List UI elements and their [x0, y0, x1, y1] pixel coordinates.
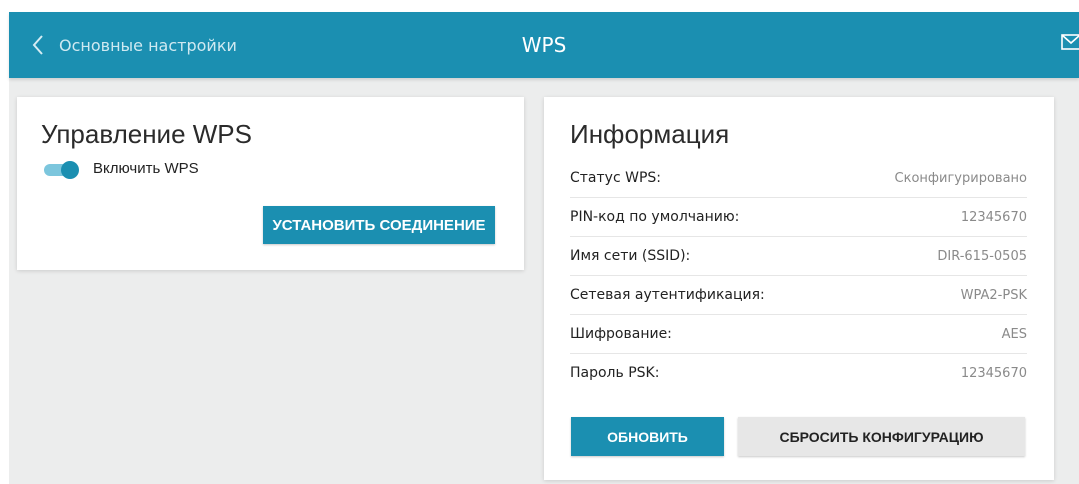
info-label: Пароль PSK: [570, 365, 660, 381]
left-edge [0, 0, 9, 484]
info-row-encryption: Шифрование: AES [570, 315, 1027, 354]
info-label: Имя сети (SSID): [570, 248, 691, 264]
info-value: 12345670 [960, 209, 1027, 225]
info-row-default-pin: PIN-код по умолчанию: 12345670 [570, 198, 1027, 237]
enable-wps-toggle[interactable] [42, 161, 80, 179]
info-title: Информация [570, 119, 730, 149]
establish-connection-button[interactable]: УСТАНОВИТЬ СОЕДИНЕНИЕ [263, 206, 495, 244]
wps-control-title: Управление WPS [41, 119, 252, 149]
info-label: Статус WPS: [570, 170, 661, 186]
info-card: Информация Статус WPS: Сконфигурировано … [544, 97, 1054, 480]
info-list: Статус WPS: Сконфигурировано PIN-код по … [570, 159, 1027, 392]
info-row-network-auth: Сетевая аутентификация: WPA2-PSK [570, 276, 1027, 315]
info-value: AES [1001, 326, 1027, 342]
chevron-left-icon [31, 34, 45, 56]
top-bar: Основные настройки WPS [9, 12, 1079, 78]
info-row-wps-status: Статус WPS: Сконфигурировано [570, 159, 1027, 198]
info-row-ssid: Имя сети (SSID): DIR-615-0505 [570, 237, 1027, 276]
toggle-knob [61, 161, 79, 179]
mail-icon[interactable] [1061, 34, 1079, 50]
info-value: 12345670 [960, 365, 1027, 381]
back-link-label: Основные настройки [59, 35, 237, 55]
info-row-psk-password: Пароль PSK: 12345670 [570, 354, 1027, 392]
info-label: Шифрование: [570, 326, 672, 342]
info-value: Сконфигурировано [894, 170, 1027, 186]
reset-config-button[interactable]: СБРОСИТЬ КОНФИГУРАЦИЮ [738, 417, 1025, 456]
info-label: Сетевая аутентификация: [570, 287, 765, 303]
enable-wps-label: Включить WPS [93, 160, 199, 177]
info-value: WPA2-PSK [960, 287, 1027, 303]
refresh-button[interactable]: ОБНОВИТЬ [571, 417, 724, 456]
back-link[interactable]: Основные настройки [31, 12, 237, 78]
top-edge [0, 0, 1079, 12]
info-value: DIR-615-0505 [937, 248, 1027, 264]
info-label: PIN-код по умолчанию: [570, 209, 740, 225]
wps-control-card: Управление WPS Включить WPS УСТАНОВИТЬ С… [17, 97, 524, 270]
